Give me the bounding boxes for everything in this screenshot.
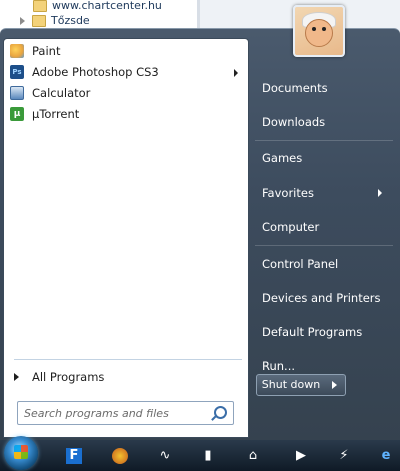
- play-icon[interactable]: ▶: [293, 448, 309, 464]
- search-input[interactable]: [22, 404, 211, 422]
- separator: [14, 359, 242, 360]
- flash-icon[interactable]: ⚡: [336, 448, 352, 464]
- submenu-arrow-icon: [234, 69, 238, 77]
- bg-url-row[interactable]: www.chartcenter.hu: [33, 0, 162, 14]
- avatar-eye: [322, 27, 326, 31]
- search-box[interactable]: [17, 401, 234, 425]
- right-item-computer[interactable]: Computer: [254, 214, 394, 240]
- right-item-control-panel[interactable]: Control Panel: [254, 251, 394, 277]
- folder-icon: [33, 0, 47, 12]
- search-icon[interactable]: [214, 406, 227, 419]
- winamp-icon[interactable]: [112, 448, 128, 464]
- right-item-favorites[interactable]: Favorites: [254, 180, 394, 206]
- right-item-documents[interactable]: Documents: [254, 75, 394, 101]
- photoshop-icon: Ps: [10, 65, 24, 79]
- program-item-paint[interactable]: Paint: [6, 41, 244, 62]
- start-orb-icon[interactable]: [4, 436, 38, 470]
- user-picture[interactable]: [293, 5, 345, 57]
- foobar-f-icon[interactable]: F: [66, 448, 82, 464]
- avatar-eye: [312, 27, 316, 31]
- shutdown-options-button[interactable]: [325, 374, 346, 396]
- media-wave-icon[interactable]: ∿: [157, 448, 173, 464]
- bg-folder-row[interactable]: Tőzsde: [20, 13, 90, 29]
- all-programs-button[interactable]: All Programs: [8, 367, 244, 387]
- expand-icon[interactable]: [20, 17, 25, 25]
- ie-icon[interactable]: e: [378, 448, 394, 464]
- right-separator: [255, 245, 393, 246]
- submenu-arrow-icon: [378, 189, 382, 197]
- right-item-games[interactable]: Games: [254, 145, 394, 171]
- all-programs-arrow-icon: [14, 373, 19, 381]
- right-item-devices-printers[interactable]: Devices and Printers: [254, 285, 394, 311]
- program-item-utorrent[interactable]: µ µTorrent: [6, 104, 244, 125]
- program-item-photoshop[interactable]: Ps Adobe Photoshop CS3: [6, 62, 244, 83]
- start-menu-left-pane: Paint Ps Adobe Photoshop CS3 Calculator …: [3, 38, 249, 438]
- right-item-default-programs[interactable]: Default Programs: [254, 319, 394, 345]
- calculator-icon: [10, 86, 24, 100]
- shutdown-button[interactable]: Shut down: [256, 374, 326, 396]
- usb-icon[interactable]: ⌂: [245, 448, 261, 464]
- paint-icon: [10, 44, 24, 58]
- avatar-face: [305, 19, 333, 47]
- right-separator: [255, 140, 393, 141]
- right-item-downloads[interactable]: Downloads: [254, 109, 394, 135]
- utorrent-icon: µ: [10, 107, 24, 121]
- program-item-calculator[interactable]: Calculator: [6, 83, 244, 104]
- folder-icon: [32, 15, 46, 27]
- equalizer-icon[interactable]: ▮: [200, 448, 216, 464]
